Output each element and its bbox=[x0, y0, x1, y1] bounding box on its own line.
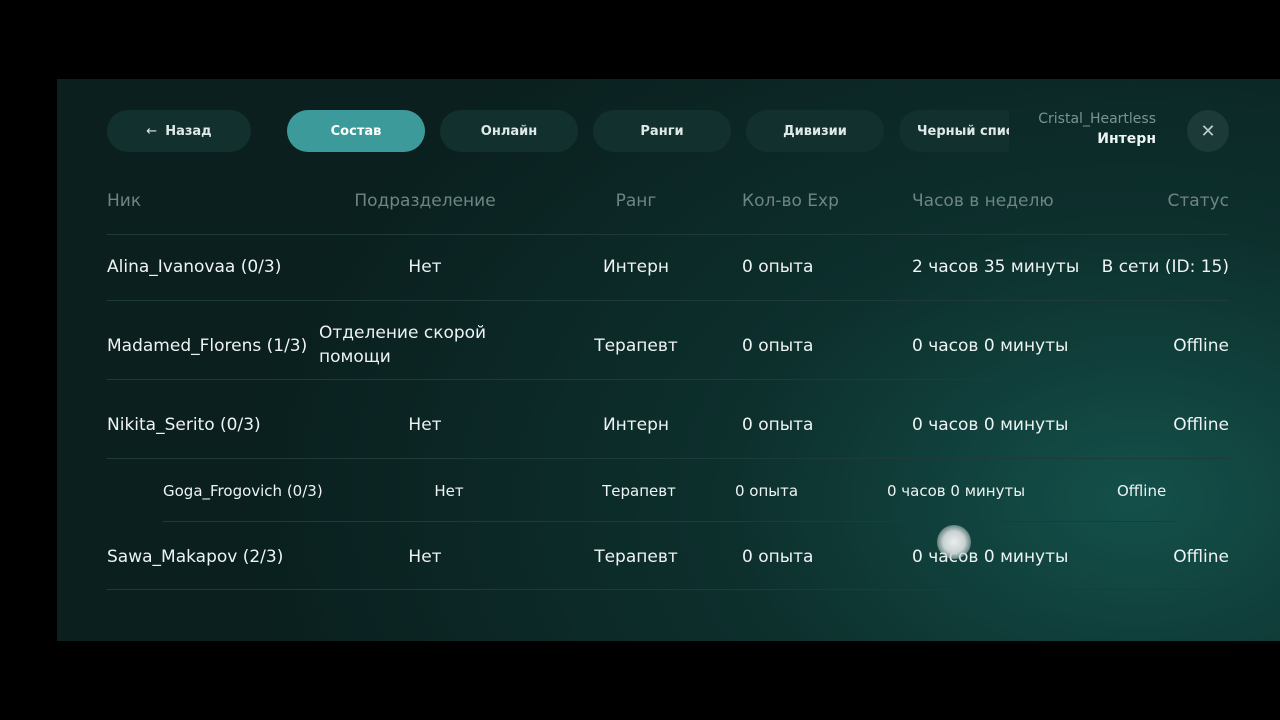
row4-status: Offline bbox=[1117, 482, 1167, 500]
header-rank: Ранг bbox=[615, 191, 657, 211]
user-rank: Интерн bbox=[1097, 131, 1156, 147]
row3-status: Offline bbox=[1173, 415, 1229, 435]
row2-hours: 0 часов 0 минуты bbox=[912, 336, 1069, 356]
divider bbox=[107, 379, 1229, 380]
header-division: Подразделение bbox=[354, 191, 496, 211]
row1-hours: 2 часов 35 минуты bbox=[912, 257, 1080, 277]
row5-status: Offline bbox=[1173, 547, 1229, 567]
divider bbox=[107, 234, 1229, 235]
close-icon: ✕ bbox=[1200, 120, 1216, 142]
row4-division: Нет bbox=[434, 482, 464, 500]
header-status: Статус bbox=[1167, 191, 1229, 211]
divider bbox=[107, 458, 1229, 459]
tab-sostav[interactable]: Состав bbox=[287, 110, 425, 152]
row3-hours: 0 часов 0 минуты bbox=[912, 415, 1069, 435]
row3-rank: Интерн bbox=[602, 415, 670, 435]
header-exp: Кол-во Exp bbox=[742, 191, 839, 211]
row1-division: Нет bbox=[408, 257, 442, 277]
back-button[interactable]: ← Назад bbox=[107, 110, 251, 152]
back-button-label: Назад bbox=[165, 123, 212, 139]
user-name: Cristal_Heartless bbox=[1038, 111, 1156, 127]
header-nick: Ник bbox=[107, 191, 142, 211]
row5-hours: 0 часов 0 минуты bbox=[912, 547, 1069, 567]
divider bbox=[107, 300, 1229, 301]
members-panel: ← Назад Состав Онлайн Ранги Дивизии Черн… bbox=[57, 79, 1280, 641]
tab-divisions[interactable]: Дивизии bbox=[746, 110, 884, 152]
divider bbox=[107, 589, 1229, 590]
touch-indicator bbox=[937, 525, 971, 559]
divider bbox=[163, 521, 1175, 522]
row1-exp: 0 опыта bbox=[742, 257, 814, 277]
row2-nick: Madamed_Florens (1/3) bbox=[107, 336, 308, 356]
arrow-left-icon: ← bbox=[146, 123, 158, 139]
row4-rank: Терапевт bbox=[602, 482, 676, 500]
row2-exp: 0 опыта bbox=[742, 336, 814, 356]
close-button[interactable]: ✕ bbox=[1187, 110, 1229, 152]
row4-nick: Goga_Frogovich (0/3) bbox=[163, 482, 323, 500]
row5-nick: Sawa_Makapov (2/3) bbox=[107, 547, 284, 567]
row2-status: Offline bbox=[1173, 336, 1229, 356]
row5-exp: 0 опыта bbox=[742, 547, 814, 567]
row3-division: Нет bbox=[408, 415, 442, 435]
header-hours: Часов в неделю bbox=[912, 191, 1054, 211]
row1-nick: Alina_Ivanovaa (0/3) bbox=[107, 257, 282, 277]
row2-division: Отделение скорой помощи bbox=[319, 323, 487, 367]
row3-exp: 0 опыта bbox=[742, 415, 814, 435]
current-user: Cristal_Heartless Интерн bbox=[1038, 111, 1156, 147]
row1-rank: Интерн bbox=[602, 257, 670, 277]
row4-hours: 0 часов 0 минуты bbox=[887, 482, 1026, 500]
row1-status: В сети (ID: 15) bbox=[1101, 257, 1229, 277]
tab-online[interactable]: Онлайн bbox=[440, 110, 578, 152]
row4-exp: 0 опыта bbox=[735, 482, 799, 500]
row3-nick: Nikita_Serito (0/3) bbox=[107, 415, 261, 435]
row2-rank: Терапевт bbox=[594, 336, 678, 356]
row5-rank: Терапевт bbox=[594, 547, 678, 567]
row5-division: Нет bbox=[408, 547, 442, 567]
tab-blacklist[interactable]: Черный спис bbox=[899, 110, 1009, 152]
tab-ranks[interactable]: Ранги bbox=[593, 110, 731, 152]
